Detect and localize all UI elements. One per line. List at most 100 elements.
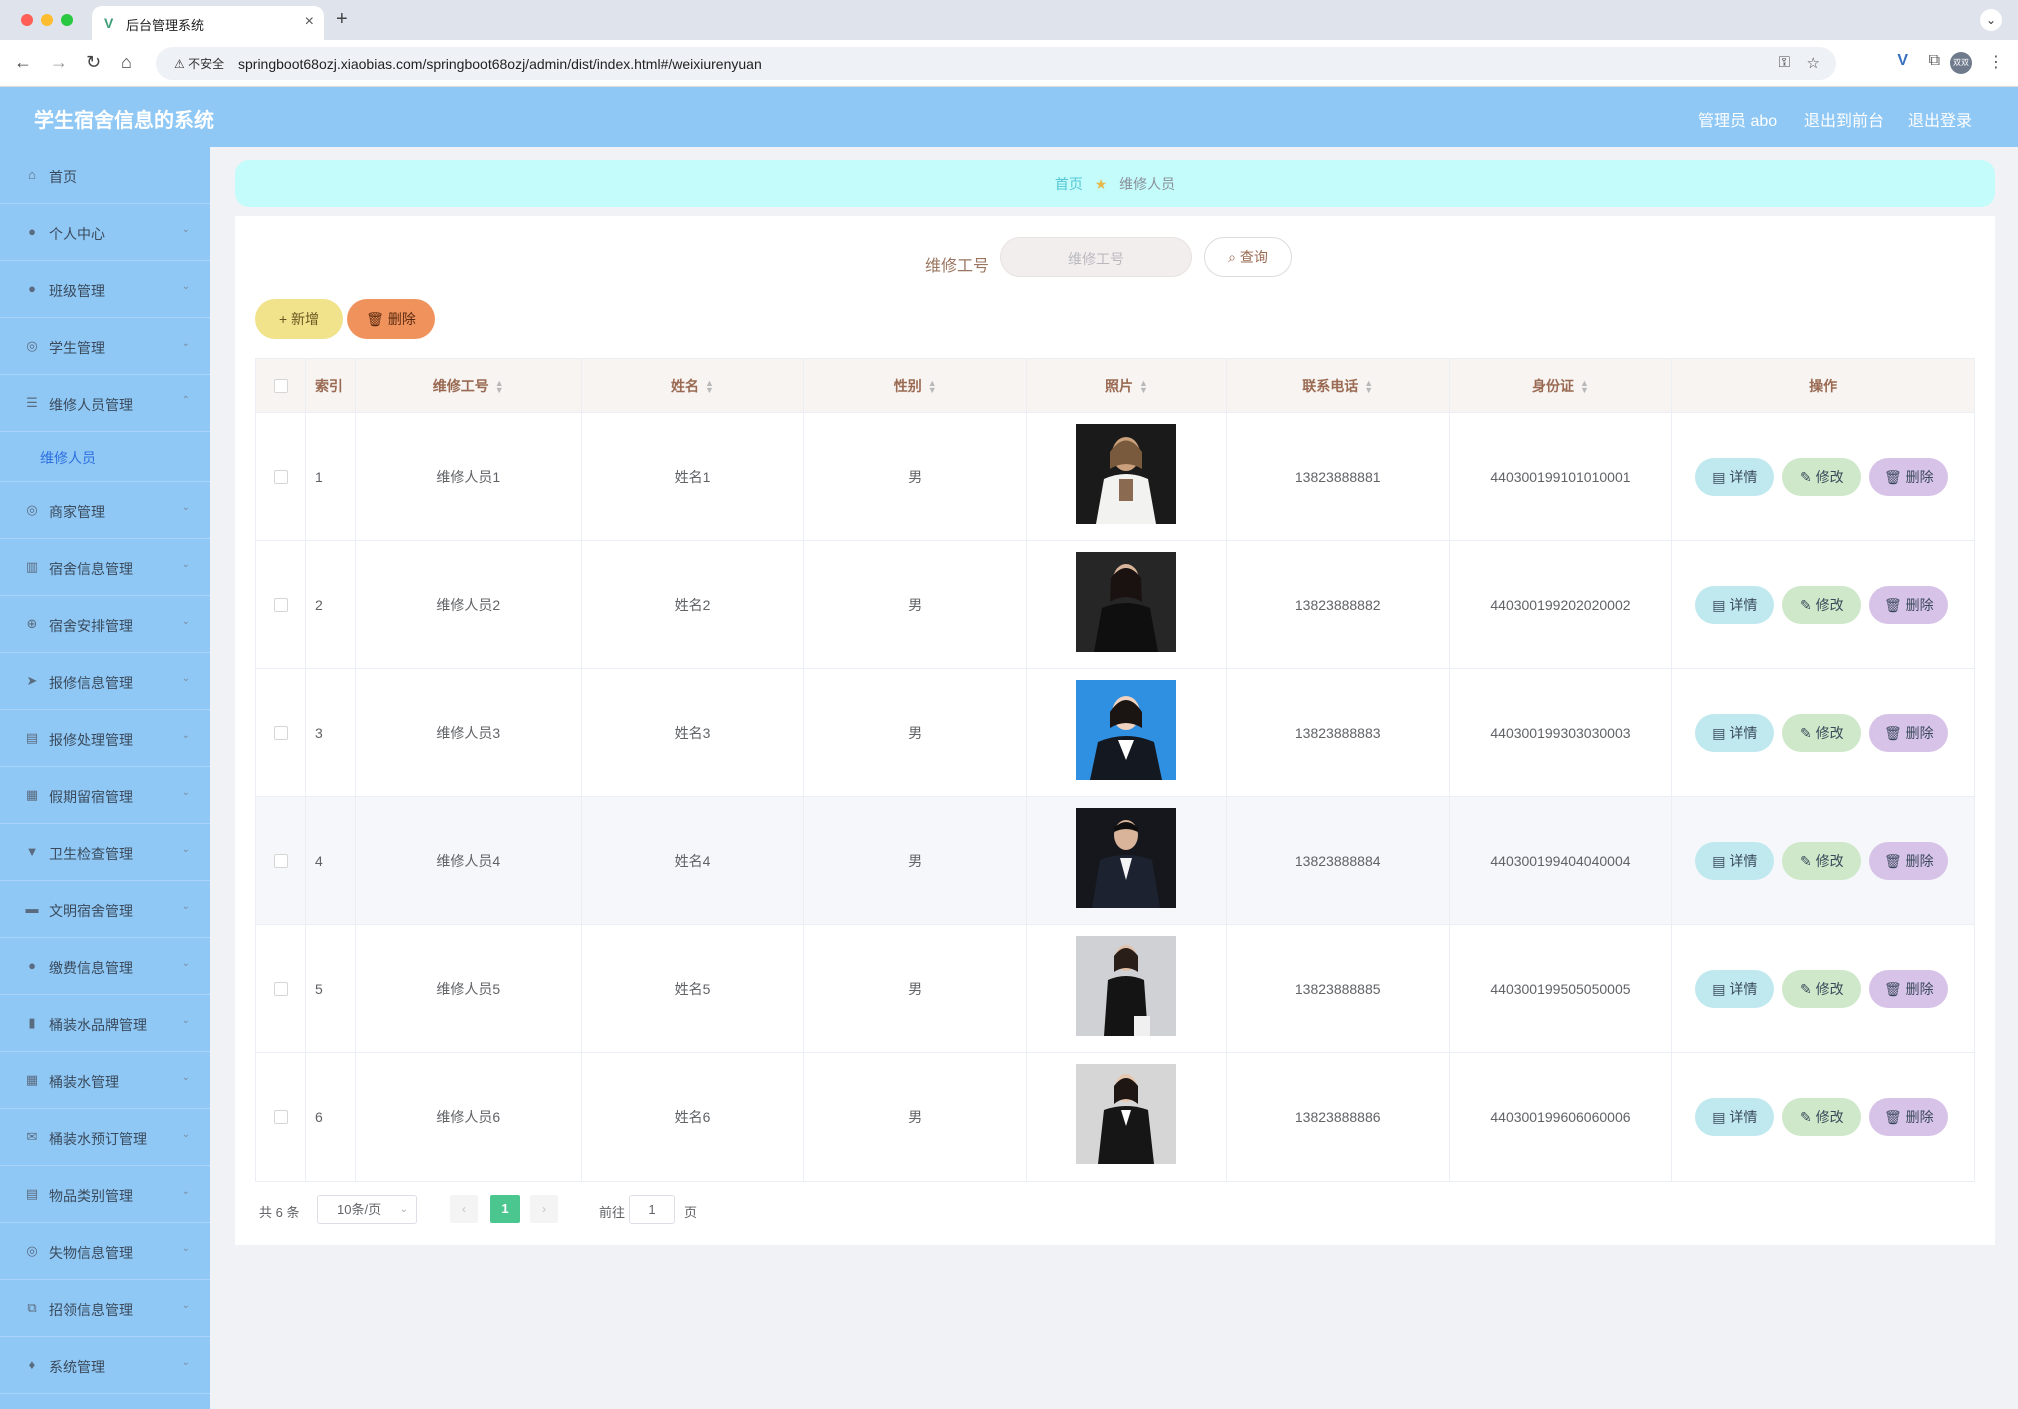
- select-all-checkbox[interactable]: [274, 379, 288, 393]
- edit-button[interactable]: ✎ 修改: [1782, 842, 1862, 880]
- sort-icon[interactable]: ▲ ▼: [1139, 379, 1148, 395]
- sidebar-item-payment[interactable]: ● 缴费信息管理 ⌄: [0, 938, 210, 995]
- logout-link[interactable]: 退出登录: [1908, 107, 1972, 131]
- minimize-window-button[interactable]: [41, 14, 53, 26]
- delete-row-button[interactable]: 🗑 删除: [1869, 458, 1949, 496]
- sort-icon[interactable]: ▲ ▼: [1364, 379, 1373, 395]
- current-page-button[interactable]: 1: [490, 1195, 520, 1223]
- exit-to-front-link[interactable]: 退出到前台: [1804, 107, 1884, 131]
- security-indicator[interactable]: ⚠ 不安全: [166, 54, 232, 74]
- sidebar-item-dorm-info[interactable]: ▥ 宿舍信息管理 ⌄: [0, 539, 210, 596]
- staff-photo[interactable]: [1076, 1064, 1177, 1164]
- edit-button[interactable]: ✎ 修改: [1782, 714, 1862, 752]
- bookmark-star-icon[interactable]: ☆: [1807, 54, 1820, 72]
- sidebar-item-civil-dorm[interactable]: ▬ 文明宿舍管理 ⌄: [0, 881, 210, 938]
- sidebar-item-found[interactable]: ⧉ 招领信息管理 ⌄: [0, 1280, 210, 1337]
- staff-photo[interactable]: [1076, 808, 1177, 908]
- staff-photo[interactable]: [1076, 936, 1177, 1036]
- detail-button[interactable]: ▤ 详情: [1695, 970, 1775, 1008]
- sort-icon[interactable]: ▲ ▼: [705, 379, 714, 395]
- home-page-icon[interactable]: ⌂: [121, 52, 132, 72]
- browser-menu-icon[interactable]: ⋮: [1988, 52, 2004, 72]
- delete-row-button[interactable]: 🗑 删除: [1869, 970, 1949, 1008]
- detail-button[interactable]: ▤ 详情: [1695, 586, 1775, 624]
- admin-user-label[interactable]: 管理员 abo: [1698, 107, 1777, 131]
- delete-row-button[interactable]: 🗑 删除: [1869, 1098, 1949, 1136]
- extensions-puzzle-icon[interactable]: ⧉: [1929, 52, 1940, 70]
- column-header-code[interactable]: 维修工号 ▲ ▼: [356, 359, 582, 413]
- edit-button[interactable]: ✎ 修改: [1782, 458, 1862, 496]
- sidebar-item-water-brand[interactable]: ▮ 桶装水品牌管理 ⌄: [0, 995, 210, 1052]
- sidebar-item-repair-info[interactable]: ➤ 报修信息管理 ⌄: [0, 653, 210, 710]
- sidebar-item-class[interactable]: ● 班级管理 ⌄: [0, 261, 210, 318]
- sidebar-item-holiday-stay[interactable]: ▦ 假期留宿管理 ⌄: [0, 767, 210, 824]
- detail-button[interactable]: ▤ 详情: [1695, 458, 1775, 496]
- sidebar-item-repairman[interactable]: ☰ 维修人员管理 ⌃: [0, 375, 210, 432]
- sidebar-item-hygiene[interactable]: ▼ 卫生检查管理 ⌄: [0, 824, 210, 881]
- detail-button[interactable]: ▤ 详情: [1695, 1098, 1775, 1136]
- sidebar-item-profile[interactable]: ● 个人中心 ⌄: [0, 204, 210, 261]
- sidebar-item-repair-handle[interactable]: ▤ 报修处理管理 ⌄: [0, 710, 210, 767]
- add-button[interactable]: + 新增: [255, 299, 343, 339]
- password-key-icon[interactable]: ⚿: [1779, 54, 1790, 71]
- prev-page-button[interactable]: ‹: [450, 1195, 478, 1223]
- column-header-idcard[interactable]: 身份证 ▲ ▼: [1450, 359, 1673, 413]
- new-tab-icon[interactable]: +: [336, 8, 348, 31]
- url-bar[interactable]: ⚠ 不安全 springboot68ozj.xiaobias.com/sprin…: [156, 47, 1836, 80]
- row-checkbox[interactable]: [274, 982, 288, 996]
- sort-icon[interactable]: ▲ ▼: [928, 379, 937, 395]
- detail-button[interactable]: ▤ 详情: [1695, 714, 1775, 752]
- sidebar-item-home[interactable]: ⌂ 首页: [0, 147, 210, 204]
- sidebar-subitem-repairman[interactable]: 维修人员: [0, 432, 210, 482]
- page-size-select[interactable]: 10条/页 ⌄: [317, 1195, 417, 1224]
- search-input[interactable]: 维修工号: [1000, 237, 1192, 277]
- close-tab-icon[interactable]: ×: [305, 13, 314, 31]
- sidebar-item-dorm-arrange[interactable]: ⊕ 宿舍安排管理 ⌄: [0, 596, 210, 653]
- delete-row-button[interactable]: 🗑 删除: [1869, 586, 1949, 624]
- maximize-window-button[interactable]: [61, 14, 73, 26]
- column-header-gender[interactable]: 性别 ▲ ▼: [804, 359, 1028, 413]
- sidebar-item-item-category[interactable]: ▤ 物品类别管理 ⌄: [0, 1166, 210, 1223]
- sidebar-item-water-order[interactable]: ✉ 桶装水预订管理 ⌄: [0, 1109, 210, 1166]
- sidebar-item-water[interactable]: ▦ 桶装水管理 ⌄: [0, 1052, 210, 1109]
- delete-row-button[interactable]: 🗑 删除: [1869, 842, 1949, 880]
- sidebar-item-label: 班级管理: [49, 283, 105, 299]
- row-checkbox[interactable]: [274, 726, 288, 740]
- close-window-button[interactable]: [21, 14, 33, 26]
- row-checkbox[interactable]: [274, 470, 288, 484]
- sidebar-item-student[interactable]: ◎ 学生管理 ⌄: [0, 318, 210, 375]
- trash-icon: 🗑: [1883, 853, 1902, 869]
- reload-icon[interactable]: ↻: [86, 52, 101, 72]
- staff-photo[interactable]: [1076, 424, 1177, 524]
- forward-icon[interactable]: →: [50, 52, 68, 72]
- staff-photo[interactable]: [1076, 552, 1177, 652]
- next-page-button[interactable]: ›: [530, 1195, 558, 1223]
- browser-tab[interactable]: V 后台管理系统 ×: [92, 6, 324, 40]
- sidebar-item-merchant[interactable]: ◎ 商家管理 ⌄: [0, 482, 210, 539]
- staff-photo[interactable]: [1076, 680, 1177, 780]
- detail-button[interactable]: ▤ 详情: [1695, 842, 1775, 880]
- goto-page-input[interactable]: 1: [629, 1195, 675, 1224]
- search-button[interactable]: ⌕ 查询: [1204, 237, 1292, 277]
- sort-icon[interactable]: ▲ ▼: [495, 379, 504, 395]
- edit-button[interactable]: ✎ 修改: [1782, 1098, 1862, 1136]
- tab-search-icon[interactable]: ⌄: [1980, 9, 2002, 31]
- column-header-name[interactable]: 姓名 ▲ ▼: [582, 359, 805, 413]
- sidebar-item-system[interactable]: ♦ 系统管理 ⌄: [0, 1337, 210, 1394]
- row-checkbox[interactable]: [274, 854, 288, 868]
- profile-avatar[interactable]: 双双: [1950, 52, 1972, 74]
- column-header-photo[interactable]: 照片 ▲ ▼: [1027, 359, 1227, 413]
- delete-row-button[interactable]: 🗑 删除: [1869, 714, 1949, 752]
- edit-button[interactable]: ✎ 修改: [1782, 586, 1862, 624]
- batch-delete-button[interactable]: 🗑 删除: [347, 299, 435, 339]
- back-icon[interactable]: ←: [14, 52, 32, 72]
- sort-icon[interactable]: ▲ ▼: [1580, 379, 1589, 395]
- sidebar-item-lost[interactable]: ◎ 失物信息管理 ⌄: [0, 1223, 210, 1280]
- column-header-phone[interactable]: 联系电话 ▲ ▼: [1227, 359, 1450, 413]
- breadcrumb-home[interactable]: 首页: [1055, 176, 1083, 192]
- row-checkbox[interactable]: [274, 598, 288, 612]
- extension-v-icon[interactable]: V: [1897, 52, 1908, 70]
- row-checkbox[interactable]: [274, 1110, 288, 1124]
- cell-phone: 13823888884: [1227, 797, 1450, 925]
- edit-button[interactable]: ✎ 修改: [1782, 970, 1862, 1008]
